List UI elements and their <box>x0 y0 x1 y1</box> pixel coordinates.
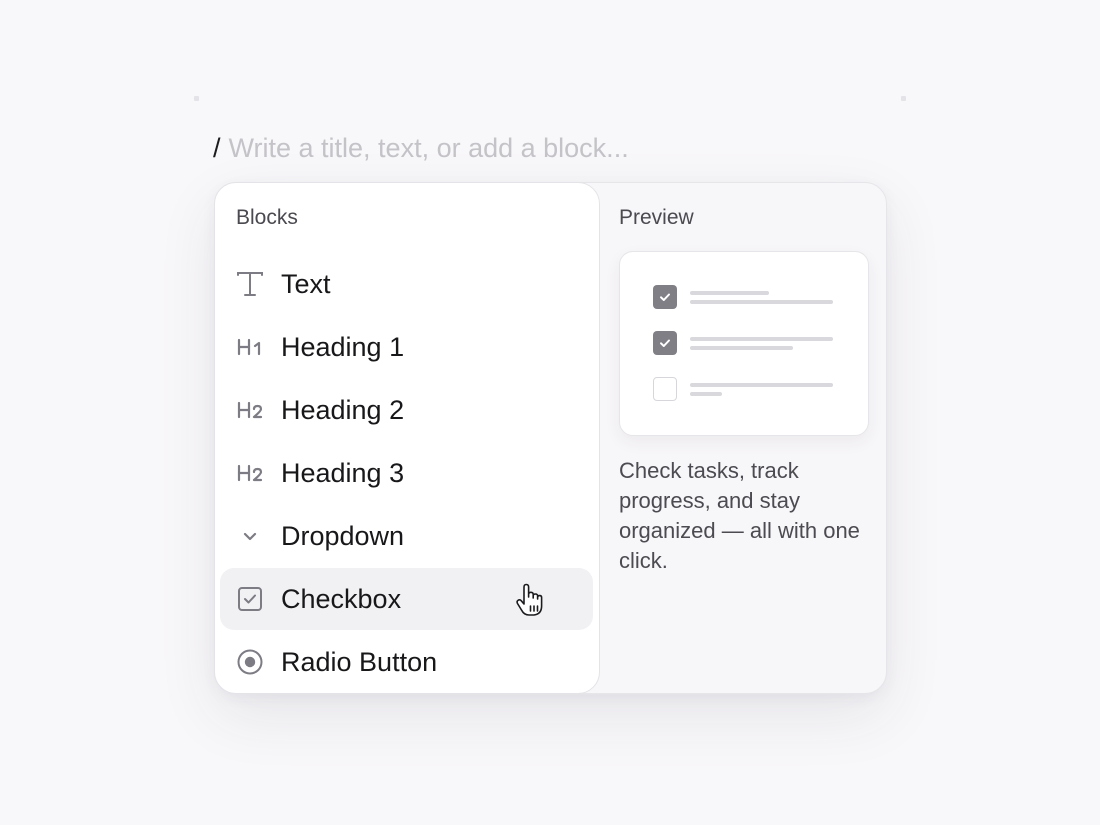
heading-1-icon <box>234 331 266 363</box>
block-item-dropdown[interactable]: Dropdown <box>220 505 593 567</box>
radio-button-icon <box>234 646 266 678</box>
block-item-text[interactable]: Text <box>220 253 593 315</box>
canvas-corner-dot-right <box>901 96 906 101</box>
unchecked-box-icon <box>653 377 677 401</box>
chevron-down-icon <box>234 520 266 552</box>
text-icon <box>234 268 266 300</box>
block-menu-popover: Blocks Text Heading 1 Heading 2 Heading … <box>214 182 887 694</box>
block-item-heading-3[interactable]: Heading 3 <box>220 442 593 504</box>
editor-placeholder: Write a title, text, or add a block... <box>228 133 629 163</box>
preview-text-line <box>690 346 793 350</box>
block-item-label: Dropdown <box>281 521 405 551</box>
heading-3-icon <box>234 457 266 489</box>
checkbox-preview-card <box>619 251 869 436</box>
block-item-heading-2[interactable]: Heading 2 <box>220 379 593 441</box>
block-item-label: Text <box>281 269 331 299</box>
preview-text-line <box>690 291 769 295</box>
preview-heading: Preview <box>619 206 694 229</box>
editor-input-line[interactable]: / Write a title, text, or add a block... <box>213 128 629 168</box>
preview-text-line <box>690 392 722 396</box>
block-item-label: Radio Button <box>281 647 438 677</box>
block-item-label: Heading 2 <box>281 395 405 425</box>
block-item-radio-button[interactable]: Radio Button <box>220 631 593 693</box>
preview-text-line <box>690 300 833 304</box>
slash-command: / <box>213 133 221 163</box>
preview-text-line <box>690 383 833 387</box>
block-item-label: Heading 1 <box>281 332 405 362</box>
heading-2-icon <box>234 394 266 426</box>
preview-text-line <box>690 337 833 341</box>
block-item-label: Checkbox <box>281 584 402 614</box>
preview-row <box>653 376 838 402</box>
preview-row <box>653 330 838 356</box>
checked-box-icon <box>653 285 677 309</box>
blocks-panel: Blocks Text Heading 1 Heading 2 Heading … <box>214 182 600 694</box>
block-item-heading-1[interactable]: Heading 1 <box>220 316 593 378</box>
canvas-corner-dot-left <box>194 96 199 101</box>
preview-row <box>653 284 838 310</box>
block-item-checkbox[interactable]: Checkbox <box>220 568 593 630</box>
checkbox-icon <box>234 583 266 615</box>
hand-pointer-cursor-icon <box>514 582 546 618</box>
blocks-heading: Blocks <box>236 206 298 229</box>
preview-description: Check tasks, track progress, and stay or… <box>619 458 860 573</box>
block-item-label: Heading 3 <box>281 458 405 488</box>
checked-box-icon <box>653 331 677 355</box>
